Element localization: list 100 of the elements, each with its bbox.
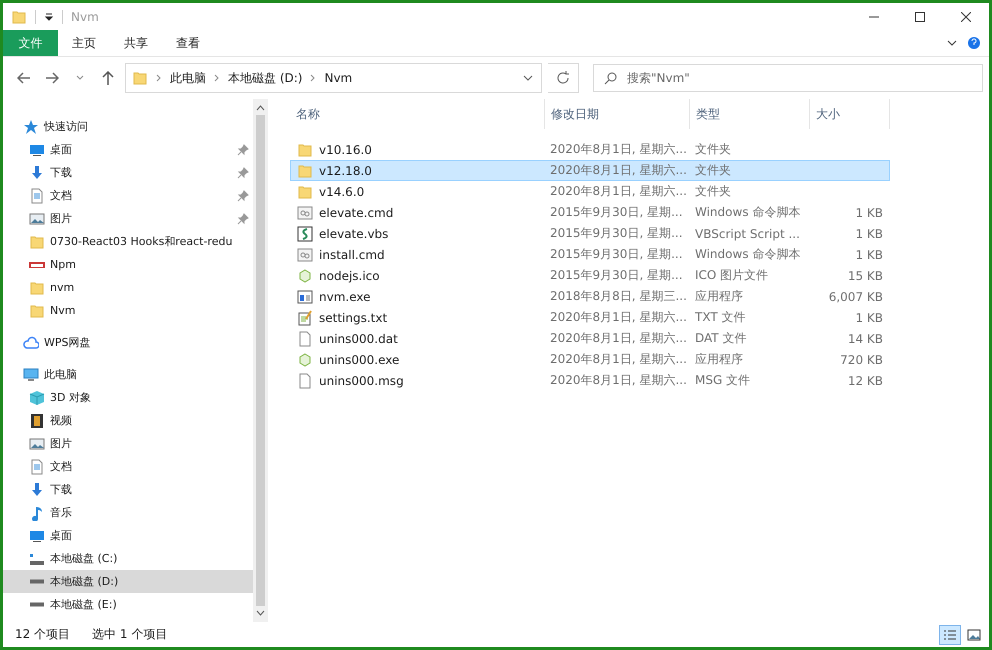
window-title: Nvm [71,10,99,24]
breadcrumb[interactable]: Nvm [324,71,352,85]
up-arrow-icon[interactable] [102,71,114,85]
search-box[interactable]: 搜索"Nvm" [593,64,983,92]
file-row[interactable]: nvm.exe 2018年8月8日, 星期三... 应用程序 6,007 KB [290,286,890,307]
gears-window-icon [297,204,313,220]
file-name: install.cmd [319,248,385,262]
file-row[interactable]: unins000.exe 2020年8月1日, 星期六... 应用程序 720 KB [290,349,890,370]
type-text: ICO 图片文件 [695,267,768,284]
folder-icon [29,302,45,318]
ribbon-tab[interactable]: 共享 [110,30,162,56]
maximize-icon[interactable] [915,12,925,22]
file-row[interactable]: unins000.dat 2020年8月1日, 星期六... DAT 文件 14 KB [290,328,890,349]
type-text: 文件夹 [695,141,731,158]
date-text: 2020年8月1日, 星期六... [550,372,687,389]
sidebar-item[interactable]: 下载 [3,161,253,184]
size-text: 1 KB [855,248,883,262]
cube-icon [29,390,45,406]
column-header[interactable]: 修改日期 [545,99,690,129]
sidebar-item[interactable]: 0730-React03 Hooks和react-redu [3,230,253,253]
help-icon[interactable] [967,36,981,50]
scroll-up-icon[interactable] [256,105,265,111]
blank-file-icon [297,330,313,346]
file-name: elevate.vbs [319,226,388,240]
file-row[interactable]: install.cmd 2015年9月30日, 星期... Windows 命令脚本 1 KB [290,244,890,265]
forward-arrow-icon[interactable] [45,72,59,84]
folder-icon [297,184,313,200]
sidebar-item[interactable]: nvm [3,276,253,299]
chevron-right-icon [310,74,316,82]
file-row[interactable]: v14.6.0 2020年8月1日, 星期六... 文件夹 [290,181,890,202]
refresh-button[interactable] [548,63,579,93]
ribbon-tab[interactable]: 主页 [58,30,110,56]
file-name: unins000.dat [319,332,398,346]
file-row[interactable]: unins000.msg 2020年8月1日, 星期六... MSG 文件 12 KB [290,370,890,391]
hexagon-icon [297,352,313,368]
sidebar-item[interactable]: 图片 [3,432,253,455]
chevron-down-icon[interactable] [947,38,957,48]
file-row[interactable]: nodejs.ico 2015年9月30日, 星期... ICO 图片文件 15 KB [290,265,890,286]
pin-icon[interactable] [237,212,249,224]
file-row[interactable]: v12.18.0 2020年8月1日, 星期六... 文件夹 [290,160,890,181]
file-row[interactable]: elevate.cmd 2015年9月30日, 星期... Windows 命令脚本 1 KB [290,202,890,223]
sidebar-item[interactable]: 本地磁盘 (D:) [3,570,253,593]
computer-icon [23,366,39,382]
chevron-right-icon [214,74,220,82]
size-text: 15 KB [848,268,883,282]
sidebar-item[interactable]: 此电脑 [3,363,253,386]
sidebar-item[interactable]: 文档 [3,184,253,207]
sidebar-item[interactable]: WPS网盘 [3,331,253,354]
type-text: DAT 文件 [695,330,746,347]
details-view-button[interactable] [939,624,961,644]
date-text: 2020年8月1日, 星期六... [550,141,687,158]
dropdown-caret-icon[interactable] [44,12,54,22]
breadcrumb[interactable]: 此电脑 [170,70,206,86]
pin-icon[interactable] [237,190,249,202]
scroll-down-icon[interactable] [256,610,265,616]
column-header[interactable]: 大小 [810,99,890,129]
item-count: 12 个项目 [15,626,70,643]
sidebar-item[interactable]: 本地磁盘 (C:) [3,547,253,570]
sidebar-item[interactable]: 下载 [3,478,253,501]
drive-icon [29,579,45,584]
column-header[interactable]: 类型 [690,99,810,129]
file-name: unins000.exe [319,352,400,366]
scrollbar[interactable] [253,99,268,622]
size-text: 1 KB [855,310,883,324]
search-input[interactable]: 搜索"Nvm" [625,70,982,86]
type-text: MSG 文件 [695,372,750,389]
file-row[interactable]: v10.16.0 2020年8月1日, 星期六... 文件夹 [290,139,890,160]
date-text: 2015年9月30日, 星期... [550,204,683,221]
sidebar-item[interactable]: 桌面 [3,524,253,547]
down-arrow-icon [29,482,45,498]
sidebar-item[interactable]: 音乐 [3,501,253,524]
sidebar-item[interactable]: 视频 [3,409,253,432]
size-text: 6,007 KB [828,290,883,304]
address-bar[interactable]: 此电脑 本地磁盘 (D:) Nvm [125,63,542,93]
sidebar-item[interactable]: 图片 [3,207,253,230]
type-text: 应用程序 [695,351,743,368]
size-text: 12 KB [848,374,883,388]
sidebar-item[interactable]: 本地磁盘 (E:) [3,593,253,616]
chevron-down-icon[interactable] [523,75,533,81]
sidebar-item[interactable]: 快速访问 [3,115,253,138]
ribbon-tab[interactable]: 查看 [162,30,214,56]
file-row[interactable]: settings.txt 2020年8月1日, 星期六... TXT 文件 1 KB [290,307,890,328]
sidebar-item[interactable]: 3D 对象 [3,386,253,409]
back-arrow-icon[interactable] [17,72,31,84]
close-icon[interactable] [961,12,971,22]
folder-icon [11,8,27,24]
type-text: 文件夹 [695,162,731,179]
hexagon-icon [297,268,313,284]
pin-icon[interactable] [237,166,249,178]
star-icon [23,118,39,134]
ribbon-tab[interactable]: 文件 [3,30,58,56]
sidebar-item[interactable]: Npm [3,253,253,276]
pin-icon[interactable] [237,144,249,156]
column-header[interactable]: 名称 [290,99,545,129]
breadcrumb[interactable]: 本地磁盘 (D:) [228,70,302,86]
sidebar-item[interactable]: 文档 [3,455,253,478]
sidebar-item[interactable]: Nvm [3,299,253,322]
sidebar-item[interactable]: 桌面 [3,138,253,161]
date-text: 2020年8月1日, 星期六... [550,309,687,326]
file-row[interactable]: elevate.vbs 2015年9月30日, 星期... VBScript Script ... 1 KB [290,223,890,244]
